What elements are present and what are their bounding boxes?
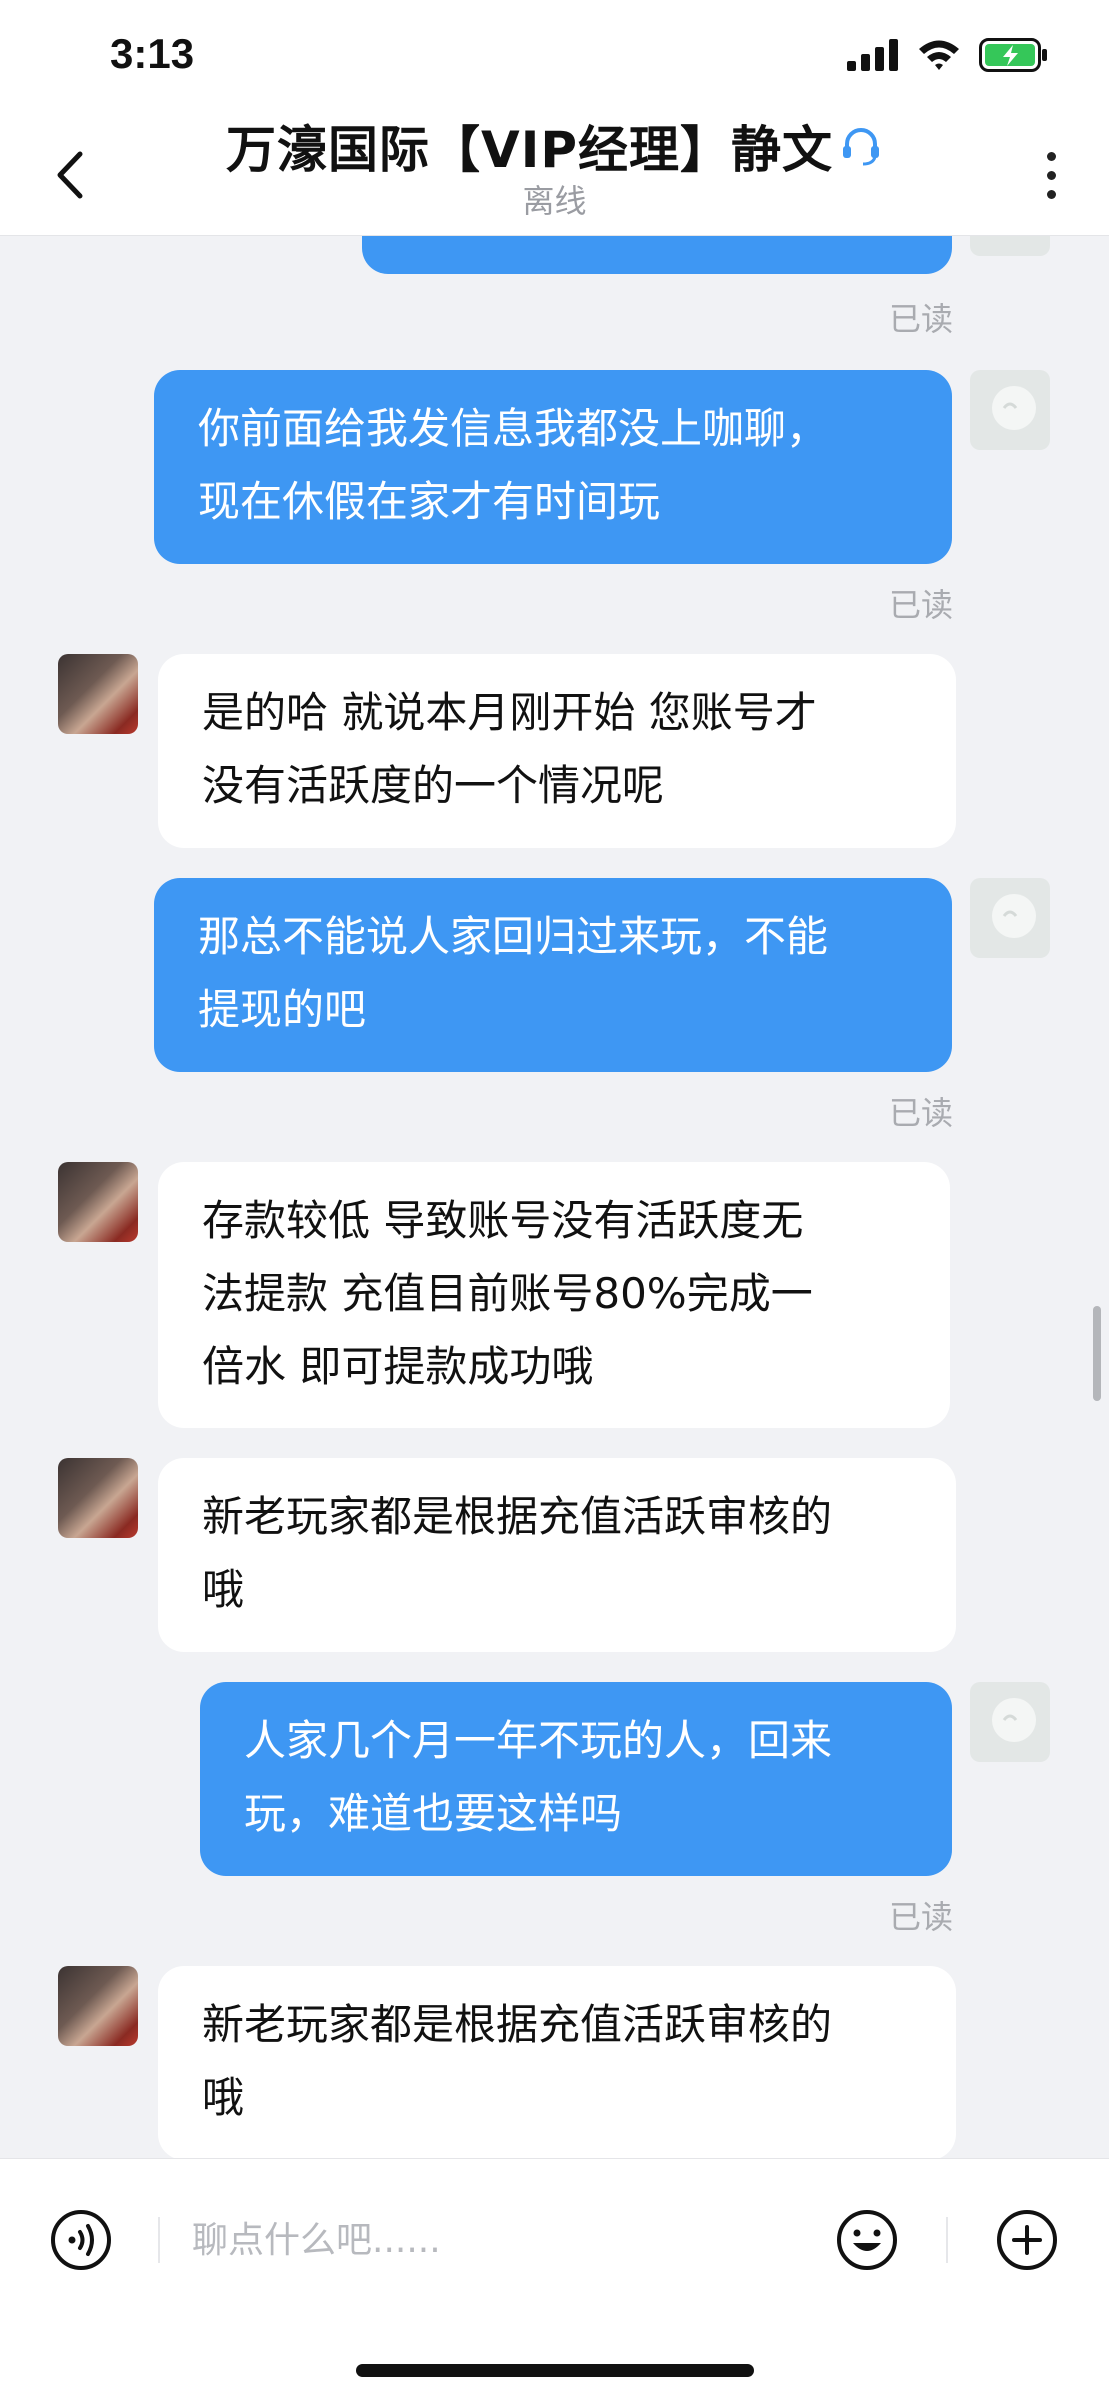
contact-avatar[interactable]	[58, 1162, 138, 1242]
my-avatar[interactable]	[970, 236, 1050, 256]
status-icons	[847, 38, 1049, 72]
my-avatar[interactable]	[970, 1682, 1050, 1762]
wifi-icon	[919, 40, 959, 70]
read-receipt: 已读	[888, 300, 953, 338]
message-list[interactable]: 已读 你前面给我发信息我都没上咖聊， 现在休假在家才有时间玩 已读 是的哈 就说…	[0, 236, 1109, 2158]
title-row: 万濠国际【VIP经理】静文	[0, 110, 1109, 182]
input-bar	[0, 2158, 1109, 2401]
chat-header: 万濠国际【VIP经理】静文 离线	[0, 110, 1109, 236]
message-bubble-outgoing[interactable]: 那总不能说人家回归过来玩，不能 提现的吧	[154, 878, 952, 1072]
default-avatar-icon	[992, 894, 1036, 938]
read-receipt: 已读	[888, 1898, 953, 1936]
read-receipt: 已读	[888, 1094, 953, 1132]
default-avatar-icon	[992, 1698, 1036, 1742]
my-avatar[interactable]	[970, 370, 1050, 450]
voice-icon[interactable]	[50, 2209, 112, 2271]
more-options-icon[interactable]	[1045, 152, 1057, 202]
divider	[158, 2217, 160, 2263]
divider	[946, 2217, 948, 2263]
message-bubble-incoming[interactable]: 存款较低 导致账号没有活跃度无 法提款 充值目前账号80%完成一 倍水 即可提款…	[158, 1162, 950, 1428]
message-bubble-outgoing[interactable]: 人家几个月一年不玩的人，回来 玩，难道也要这样吗	[200, 1682, 952, 1876]
contact-avatar[interactable]	[58, 654, 138, 734]
headset-icon	[842, 128, 879, 166]
online-status: 离线	[522, 182, 587, 220]
message-bubble-incoming[interactable]: 新老玩家都是根据充值活跃审核的 哦	[158, 1458, 956, 1652]
message-bubble-incoming[interactable]: 新老玩家都是根据充值活跃审核的 哦	[158, 1966, 956, 2158]
home-indicator[interactable]	[356, 2364, 754, 2377]
contact-avatar[interactable]	[58, 1966, 138, 2046]
scrollbar[interactable]	[1093, 1306, 1101, 1401]
emoji-icon[interactable]	[836, 2209, 898, 2271]
contact-name: 万濠国际【VIP经理】静文	[226, 121, 833, 179]
signal-icon	[847, 39, 898, 71]
message-input[interactable]	[190, 2199, 814, 2281]
plus-icon[interactable]	[996, 2209, 1058, 2271]
status-time: 3:13	[110, 30, 195, 77]
message-bubble-incoming[interactable]: 是的哈 就说本月刚开始 您账号才 没有活跃度的一个情况呢	[158, 654, 956, 848]
my-avatar[interactable]	[970, 878, 1050, 958]
message-bubble-outgoing[interactable]	[362, 236, 952, 274]
status-bar: 3:13	[0, 0, 1109, 110]
battery-icon	[979, 38, 1047, 72]
contact-avatar[interactable]	[58, 1458, 138, 1538]
read-receipt: 已读	[888, 586, 953, 624]
message-bubble-outgoing[interactable]: 你前面给我发信息我都没上咖聊， 现在休假在家才有时间玩	[154, 370, 952, 564]
default-avatar-icon	[992, 386, 1036, 430]
